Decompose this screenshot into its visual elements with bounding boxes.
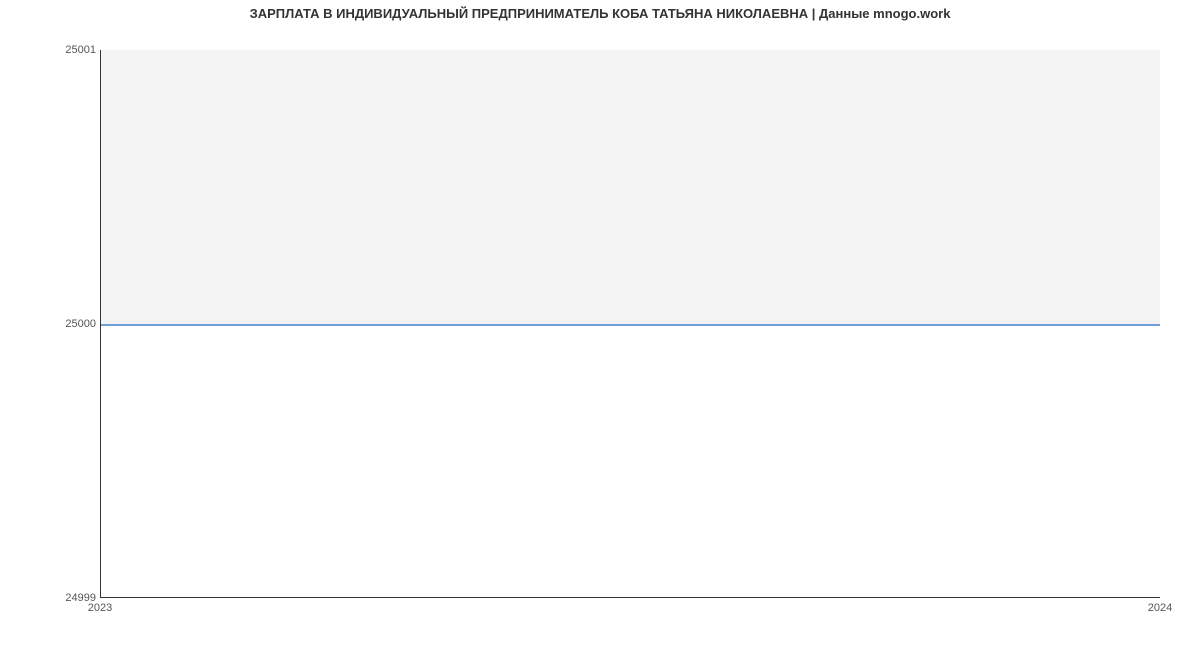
x-tick-left: 2023 [88, 602, 112, 614]
plot-area [100, 50, 1160, 598]
y-tick-mid: 25000 [6, 318, 96, 330]
y-tick-bottom: 24999 [6, 592, 96, 604]
chart-container: ЗАРПЛАТА В ИНДИВИДУАЛЬНЫЙ ПРЕДПРИНИМАТЕЛ… [0, 0, 1200, 650]
chart-title: ЗАРПЛАТА В ИНДИВИДУАЛЬНЫЙ ПРЕДПРИНИМАТЕЛ… [0, 6, 1200, 21]
y-tick-top: 25001 [6, 44, 96, 56]
series-line [101, 324, 1160, 326]
x-tick-right: 2024 [1148, 602, 1172, 614]
grid-band [101, 50, 1160, 324]
